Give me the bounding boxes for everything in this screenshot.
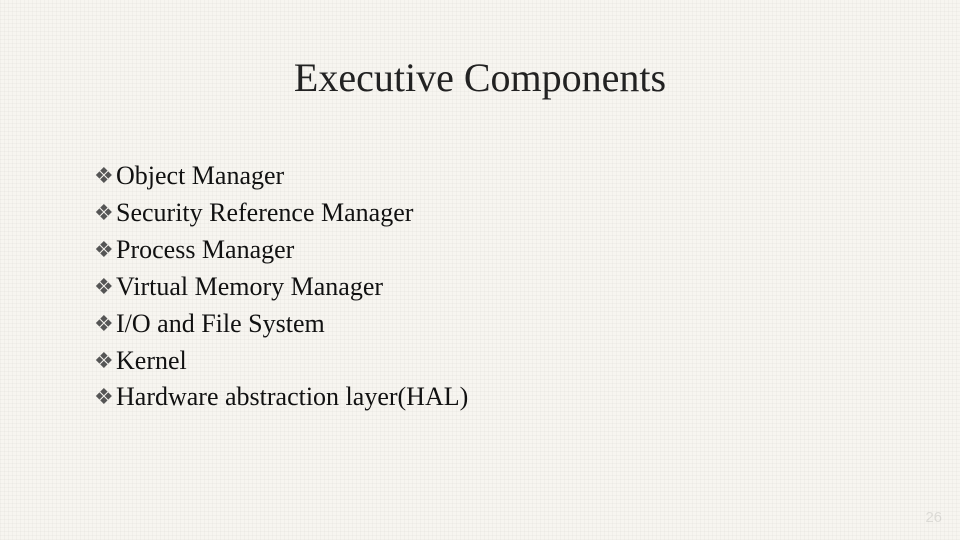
list-item: ❖ Process Manager bbox=[94, 232, 900, 269]
slide-title: Executive Components bbox=[0, 54, 960, 101]
list-item: ❖ Kernel bbox=[94, 343, 900, 380]
list-item-label: Object Manager bbox=[116, 158, 284, 195]
list-item-label: Hardware abstraction layer(HAL) bbox=[116, 379, 468, 416]
list-item: ❖ Security Reference Manager bbox=[94, 195, 900, 232]
list-item-label: Security Reference Manager bbox=[116, 195, 413, 232]
diamond-bullet-icon: ❖ bbox=[94, 158, 116, 193]
list-item-label: Virtual Memory Manager bbox=[116, 269, 383, 306]
slide: Executive Components ❖ Object Manager ❖ … bbox=[0, 0, 960, 540]
diamond-bullet-icon: ❖ bbox=[94, 195, 116, 230]
diamond-bullet-icon: ❖ bbox=[94, 306, 116, 341]
diamond-bullet-icon: ❖ bbox=[94, 379, 116, 414]
list-item-label: Kernel bbox=[116, 343, 187, 380]
list-item: ❖ Virtual Memory Manager bbox=[94, 269, 900, 306]
page-number: 26 bbox=[925, 509, 942, 526]
list-item: ❖ I/O and File System bbox=[94, 306, 900, 343]
diamond-bullet-icon: ❖ bbox=[94, 343, 116, 378]
list-item-label: I/O and File System bbox=[116, 306, 325, 343]
list-item-label: Process Manager bbox=[116, 232, 294, 269]
list-item: ❖ Hardware abstraction layer(HAL) bbox=[94, 379, 900, 416]
diamond-bullet-icon: ❖ bbox=[94, 232, 116, 267]
diamond-bullet-icon: ❖ bbox=[94, 269, 116, 304]
list-item: ❖ Object Manager bbox=[94, 158, 900, 195]
slide-body: ❖ Object Manager ❖ Security Reference Ma… bbox=[94, 158, 900, 416]
